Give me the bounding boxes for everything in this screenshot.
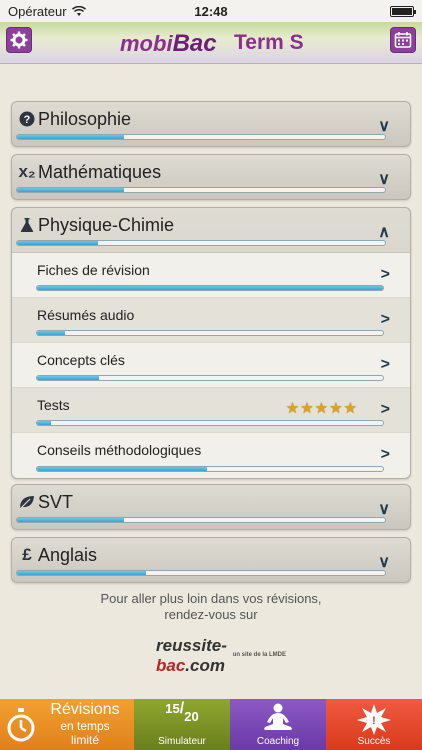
svg-text:!: ! xyxy=(372,715,376,727)
subject-progress xyxy=(16,187,386,193)
subject-svt[interactable]: SVT ∨ xyxy=(11,484,411,530)
rating-stars: ★★★★★ xyxy=(285,400,358,417)
promo-line-1: Pour aller plus loin dans vos révisions, xyxy=(100,591,322,606)
promo-line-2: rendez-vous sur xyxy=(164,607,258,622)
list-item-label: Fiches de révision xyxy=(37,262,150,278)
tab-label: Succès xyxy=(357,736,391,747)
item-progress xyxy=(36,375,384,381)
reussite-bac-logo[interactable]: reussite-bac.com un site de la LMDE xyxy=(156,636,286,675)
logo-tagline: un site de la LMDE xyxy=(232,652,286,658)
list-item-label: Résumés audio xyxy=(37,307,135,323)
subject-philosophie[interactable]: ? Philosophie ∨ xyxy=(11,101,411,147)
carrier-label: Opérateur xyxy=(8,3,67,19)
subject-title: Mathématiques xyxy=(38,162,162,182)
list-item-label: Concepts clés xyxy=(37,352,125,368)
chevron-right-icon: > xyxy=(380,266,390,283)
battery-icon xyxy=(390,5,416,17)
tab-succes[interactable]: ! Succès xyxy=(326,699,422,750)
item-progress xyxy=(36,330,384,336)
calendar-icon xyxy=(394,32,412,48)
list-item-label: Conseils méthodologiques xyxy=(37,442,202,458)
chevron-right-icon: > xyxy=(380,446,390,463)
logo-tld: .com xyxy=(185,656,225,675)
stopwatch-icon xyxy=(7,708,35,742)
chevron-down-icon[interactable]: ∨ xyxy=(378,169,390,189)
meditation-icon xyxy=(264,703,292,730)
subject-title: SVT xyxy=(38,492,74,512)
chevron-down-icon[interactable]: ∨ xyxy=(378,552,390,572)
tab-subtitle-2: limité xyxy=(70,733,99,747)
x-squared-icon: x₂ xyxy=(18,162,36,181)
score-bottom: 20 xyxy=(184,709,199,724)
chevron-up-icon[interactable]: ∧ xyxy=(378,222,390,242)
tab-subtitle-1: en temps xyxy=(60,719,110,733)
list-item-label: Tests xyxy=(37,397,70,413)
item-progress xyxy=(36,466,384,472)
list-item-fiches-revision[interactable]: Fiches de révision > xyxy=(12,253,410,298)
question-circle-icon: ? xyxy=(18,110,36,128)
subject-title: Anglais xyxy=(38,545,98,565)
tab-simulateur[interactable]: 15/20 Simulateur xyxy=(134,699,230,750)
subject-physique-chimie[interactable]: Physique-Chimie ∧ Fiches de révision > R… xyxy=(11,207,411,479)
tab-coaching[interactable]: Coaching xyxy=(230,699,326,750)
list-item-conseils-methodologiques[interactable]: Conseils méthodologiques > xyxy=(12,433,410,478)
subject-title: Physique-Chimie xyxy=(38,215,175,235)
success-burst-icon: ! xyxy=(357,704,391,735)
logo-left: reussite- xyxy=(156,636,227,655)
subject-mathematiques[interactable]: x₂ Mathématiques ∨ xyxy=(11,154,411,200)
subject-progress xyxy=(16,134,386,140)
settings-button[interactable] xyxy=(6,27,32,53)
tab-label: Coaching xyxy=(256,736,300,747)
promo-text: Pour aller plus loin dans vos révisions,… xyxy=(0,591,422,623)
tab-title: Révisions xyxy=(50,701,120,718)
wifi-icon xyxy=(71,5,86,16)
chevron-right-icon: > xyxy=(380,401,390,418)
app-header: mobiBac Term S xyxy=(0,22,422,64)
status-bar: Opérateur 12:48 xyxy=(0,0,422,22)
chevron-right-icon: > xyxy=(380,311,390,328)
subject-title: Philosophie xyxy=(38,109,132,129)
tab-label: Simulateur xyxy=(158,736,206,747)
subject-progress xyxy=(16,570,386,576)
subject-anglais[interactable]: £ Anglais ∨ xyxy=(11,537,411,583)
list-item-resumes-audio[interactable]: Résumés audio > xyxy=(12,298,410,343)
chevron-down-icon[interactable]: ∨ xyxy=(378,499,390,519)
gear-icon xyxy=(10,31,28,49)
tab-revisions[interactable]: Révisions en temps limité xyxy=(0,699,134,750)
tab-bar: Révisions en temps limité 15/20 Simulate… xyxy=(0,699,422,750)
term-label: Term S xyxy=(234,31,304,54)
calendar-button[interactable] xyxy=(390,27,416,53)
logo-prefix: mobi xyxy=(120,31,173,56)
flask-icon xyxy=(18,216,36,234)
score-top: 15 xyxy=(165,701,180,716)
subject-progress xyxy=(16,240,386,246)
pound-icon: £ xyxy=(22,545,32,564)
list-item-tests[interactable]: Tests ★★★★★ > xyxy=(12,388,410,433)
logo-suffix: Bac xyxy=(172,30,217,57)
mobibac-logo: mobiBac xyxy=(120,30,217,58)
subject-progress xyxy=(16,517,386,523)
item-progress xyxy=(36,420,384,426)
score-icon: 15/20 xyxy=(165,700,199,724)
physique-chimie-items: Fiches de révision > Résumés audio > Con… xyxy=(12,252,410,478)
leaf-icon xyxy=(18,493,36,511)
item-progress xyxy=(36,285,384,291)
logo-right: bac xyxy=(156,656,186,675)
svg-text:?: ? xyxy=(24,114,31,126)
list-item-concepts-cles[interactable]: Concepts clés > xyxy=(12,343,410,388)
chevron-down-icon[interactable]: ∨ xyxy=(378,116,390,136)
chevron-right-icon: > xyxy=(380,356,390,373)
